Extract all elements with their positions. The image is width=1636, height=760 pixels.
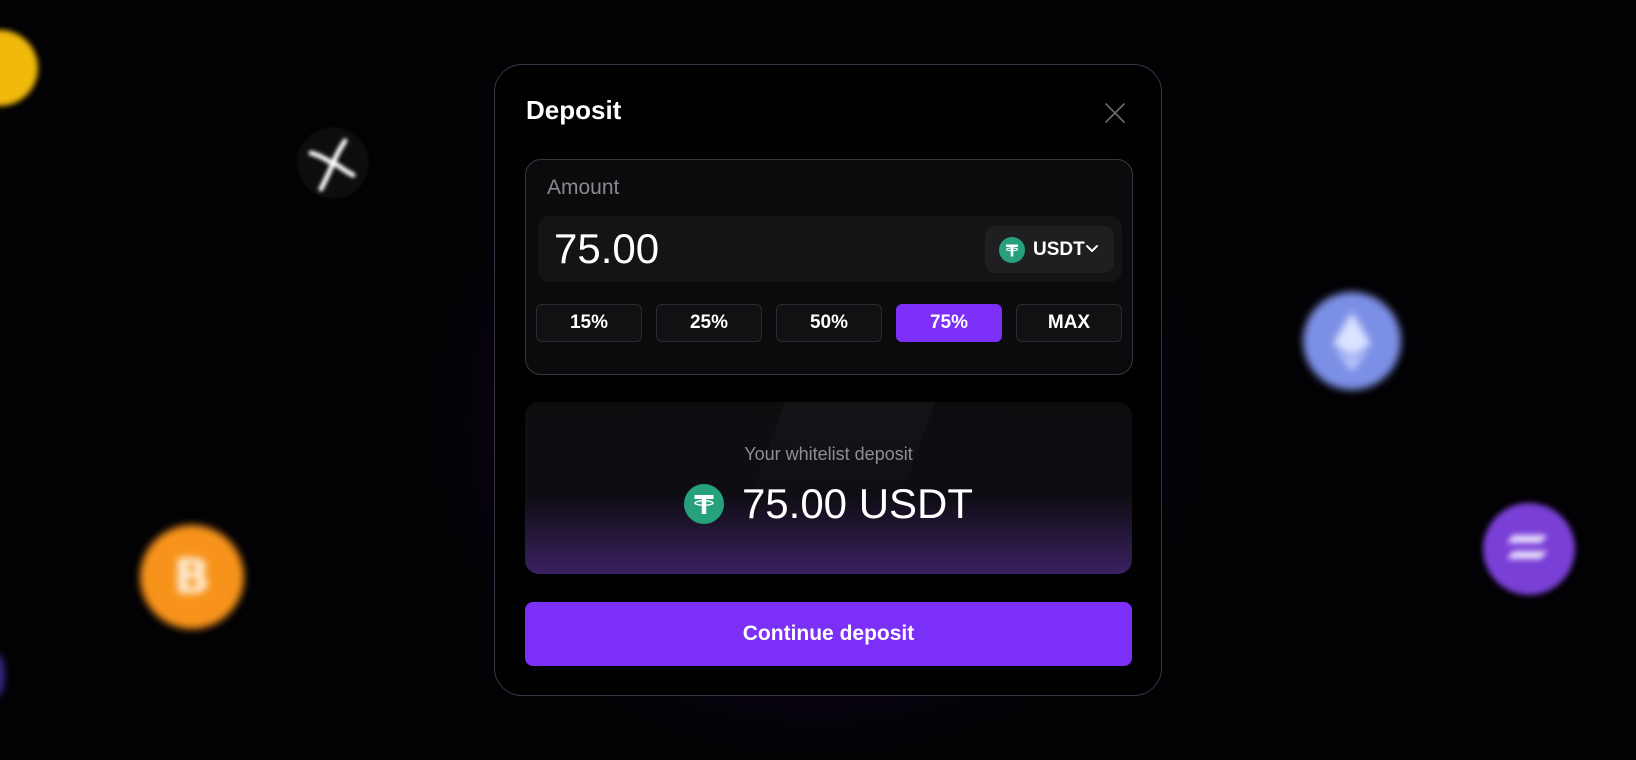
bitcoin-coin-icon: B <box>140 525 244 629</box>
deposit-modal: Deposit Amount USDT 15% 25% 50% 7 <box>494 64 1162 696</box>
amount-row: USDT <box>538 216 1122 282</box>
continue-deposit-button[interactable]: Continue deposit <box>525 602 1132 666</box>
percent-button-75[interactable]: 75% <box>896 304 1002 342</box>
summary-value-row: 75.00 USDT <box>525 480 1132 528</box>
chevron-down-icon <box>1086 245 1098 252</box>
summary-value: 75.00 USDT <box>741 480 974 527</box>
close-button[interactable] <box>1103 101 1127 125</box>
token-select[interactable]: USDT <box>985 226 1114 273</box>
percent-button-15[interactable]: 15% <box>536 304 642 342</box>
xrp-coin-icon <box>297 127 369 199</box>
modal-title: Deposit <box>526 95 622 125</box>
percent-button-max[interactable]: MAX <box>1016 304 1122 342</box>
tether-icon <box>683 484 724 524</box>
solana-coin-icon <box>1483 503 1575 595</box>
tether-icon <box>999 237 1025 263</box>
percent-button-25[interactable]: 25% <box>656 304 762 342</box>
bnb-coin-icon <box>0 30 38 106</box>
amount-input[interactable] <box>554 222 934 276</box>
coin-edge-icon <box>0 655 4 695</box>
ethereum-coin-icon <box>1303 292 1401 390</box>
percent-button-50[interactable]: 50% <box>776 304 882 342</box>
svg-text:B: B <box>174 549 211 605</box>
close-icon <box>1105 103 1125 123</box>
whitelist-summary-card: Your whitelist deposit 75.00 USDT <box>525 402 1132 574</box>
token-symbol: USDT <box>1033 239 1085 260</box>
amount-card: Amount USDT 15% 25% 50% 75% MAX <box>525 159 1133 375</box>
summary-label: Your whitelist deposit <box>744 444 913 464</box>
amount-label: Amount <box>547 176 620 199</box>
